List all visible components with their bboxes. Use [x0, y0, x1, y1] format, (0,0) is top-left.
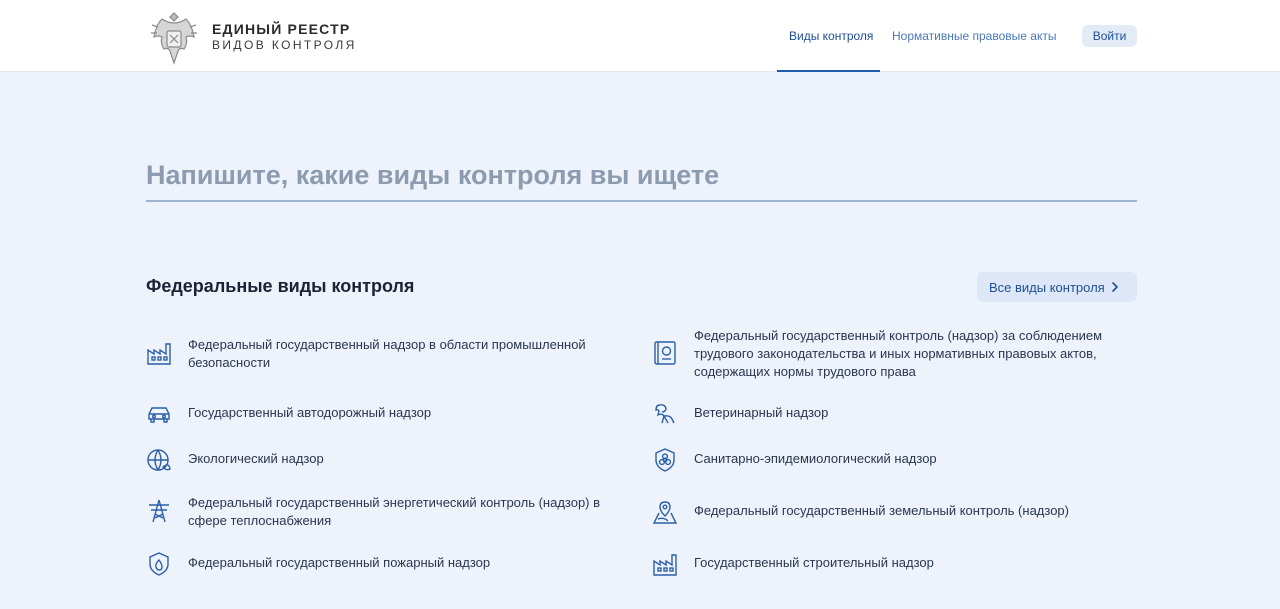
globe-leaf-icon — [146, 447, 172, 473]
power-tower-icon — [146, 498, 172, 524]
coat-of-arms-icon — [151, 12, 197, 65]
control-item-label: Санитарно-эпидемиологический надзор — [694, 451, 937, 466]
control-item-label: Федеральный государственный надзор в обл… — [188, 337, 586, 370]
nav-active-indicator — [777, 70, 880, 72]
all-control-types-button[interactable]: Все виды контроля — [977, 272, 1137, 302]
labor-code-book-icon — [652, 340, 678, 366]
control-item-label: Экологический надзор — [188, 451, 324, 466]
control-item-labor-law[interactable]: Федеральный государственный контроль (на… — [652, 327, 1142, 383]
nav-item-control-types[interactable]: Виды контроля — [789, 0, 873, 72]
control-item-road-supervision[interactable]: Государственный автодорожный надзор — [146, 404, 636, 428]
building-icon — [652, 551, 678, 577]
control-item-sanitary[interactable]: Санитарно-эпидемиологический надзор — [652, 447, 1142, 474]
control-item-label: Ветеринарный надзор — [694, 405, 829, 420]
site-header: ЕДИНЫЙ РЕЕСТР ВИДОВ КОНТРОЛЯ Виды контро… — [0, 0, 1280, 72]
dog-icon — [652, 401, 678, 427]
control-item-ecology[interactable]: Экологический надзор — [146, 447, 636, 474]
control-item-label: Государственный строительный надзор — [694, 555, 934, 570]
section-title: Федеральные виды контроля — [146, 276, 415, 296]
control-item-label: Государственный автодорожный надзор — [188, 405, 432, 420]
logo-subtitle: ВИДОВ КОНТРОЛЯ — [212, 38, 357, 52]
control-item-label: Федеральный государственный земельный ко… — [694, 503, 1069, 518]
control-item-label: Федеральный государственный энергетическ… — [188, 495, 601, 528]
control-item-land[interactable]: Федеральный государственный земельный ко… — [652, 499, 1142, 526]
control-item-label: Федеральный государственный контроль (на… — [694, 328, 1103, 379]
chevron-right-icon — [1112, 282, 1118, 292]
map-pin-icon — [652, 499, 678, 525]
all-control-types-label: Все виды контроля — [989, 279, 1105, 295]
nav-item-legal-acts[interactable]: Нормативные правовые акты — [892, 0, 1056, 72]
logo-title: ЕДИНЫЙ РЕЕСТР — [212, 21, 351, 37]
site-logo[interactable]: ЕДИНЫЙ РЕЕСТР ВИДОВ КОНТРОЛЯ — [148, 7, 357, 67]
car-icon — [146, 401, 172, 427]
control-item-fire[interactable]: Федеральный государственный пожарный над… — [146, 551, 636, 578]
search-input[interactable] — [146, 150, 1137, 202]
control-item-veterinary[interactable]: Ветеринарный надзор — [652, 404, 1142, 428]
control-item-industrial-safety[interactable]: Федеральный государственный надзор в обл… — [146, 336, 636, 376]
control-item-label: Федеральный государственный пожарный над… — [188, 555, 491, 570]
biohazard-shield-icon — [652, 447, 678, 473]
login-button[interactable]: Войти — [1082, 25, 1137, 47]
factory-icon — [146, 340, 172, 366]
fire-shield-icon — [146, 551, 172, 577]
control-item-energy[interactable]: Федеральный государственный энергетическ… — [146, 494, 636, 534]
control-item-construction[interactable]: Государственный строительный надзор — [652, 554, 1142, 578]
